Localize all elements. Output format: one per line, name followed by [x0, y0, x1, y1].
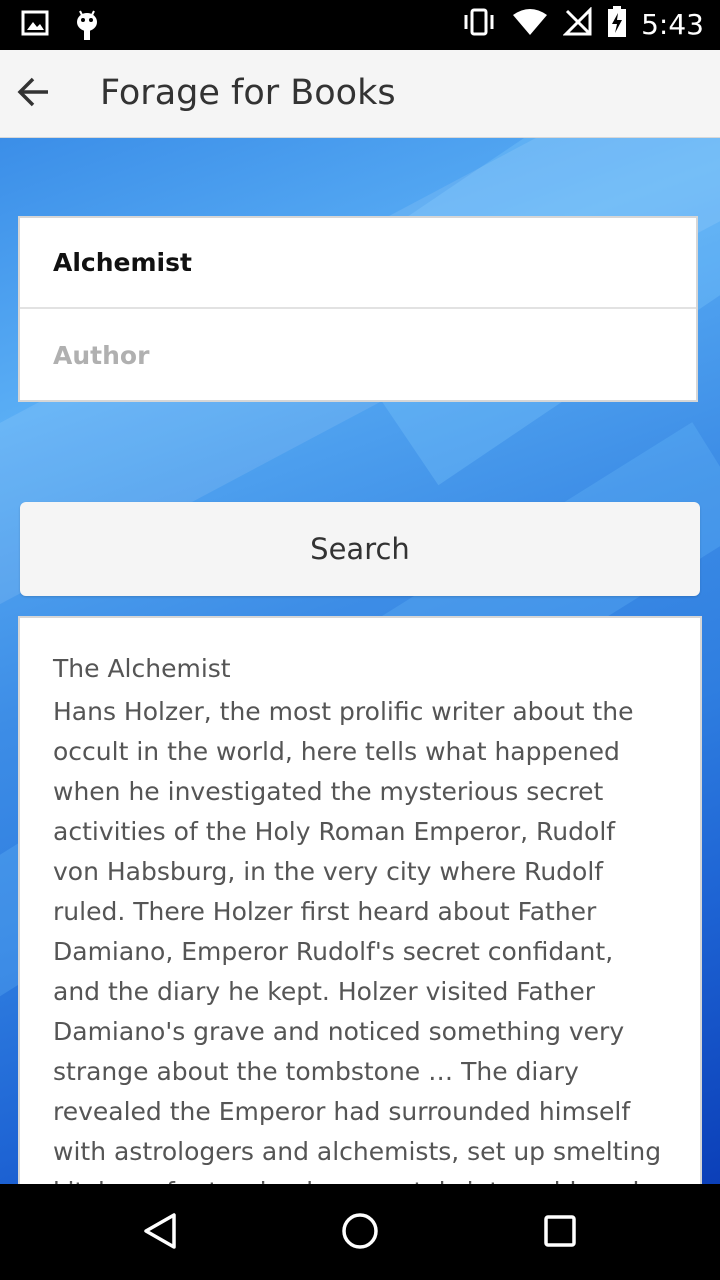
- recents-square-icon: [540, 1211, 580, 1255]
- nav-recents-button[interactable]: [535, 1208, 585, 1258]
- image-icon: [20, 8, 50, 46]
- no-signal-icon: [562, 6, 593, 41]
- status-time: 5:43: [641, 7, 704, 41]
- result-description: Hans Holzer, the most prolific writer ab…: [53, 697, 662, 1184]
- page-title: Forage for Books: [100, 73, 396, 113]
- title-input[interactable]: [53, 248, 653, 277]
- back-triangle-icon: [140, 1211, 180, 1255]
- navigation-bar: [0, 1184, 720, 1280]
- app-bar: Forage for Books: [0, 50, 720, 138]
- android-icon: [72, 8, 102, 46]
- result-card[interactable]: The Alchemist Hans Holzer, the most prol…: [18, 616, 702, 1184]
- nav-home-button[interactable]: [335, 1208, 385, 1258]
- arrow-back-icon: [16, 74, 52, 114]
- vibrate-icon: [461, 7, 497, 41]
- result-title: The Alchemist: [53, 654, 231, 683]
- back-button[interactable]: [10, 70, 58, 118]
- battery-charging-icon: [607, 6, 627, 42]
- main-content: Search The Alchemist Hans Holzer, the mo…: [0, 138, 720, 1184]
- title-field: [20, 218, 696, 309]
- wifi-icon: [511, 7, 549, 41]
- search-button[interactable]: Search: [20, 502, 700, 596]
- home-circle-icon: [340, 1211, 380, 1255]
- status-right-icons: 5:43: [461, 6, 704, 42]
- nav-back-button[interactable]: [135, 1208, 185, 1258]
- search-form: [18, 216, 698, 402]
- author-input[interactable]: [53, 341, 653, 370]
- author-field: [20, 310, 696, 401]
- status-left-icons: [20, 8, 102, 46]
- status-bar: 5:43: [0, 0, 720, 50]
